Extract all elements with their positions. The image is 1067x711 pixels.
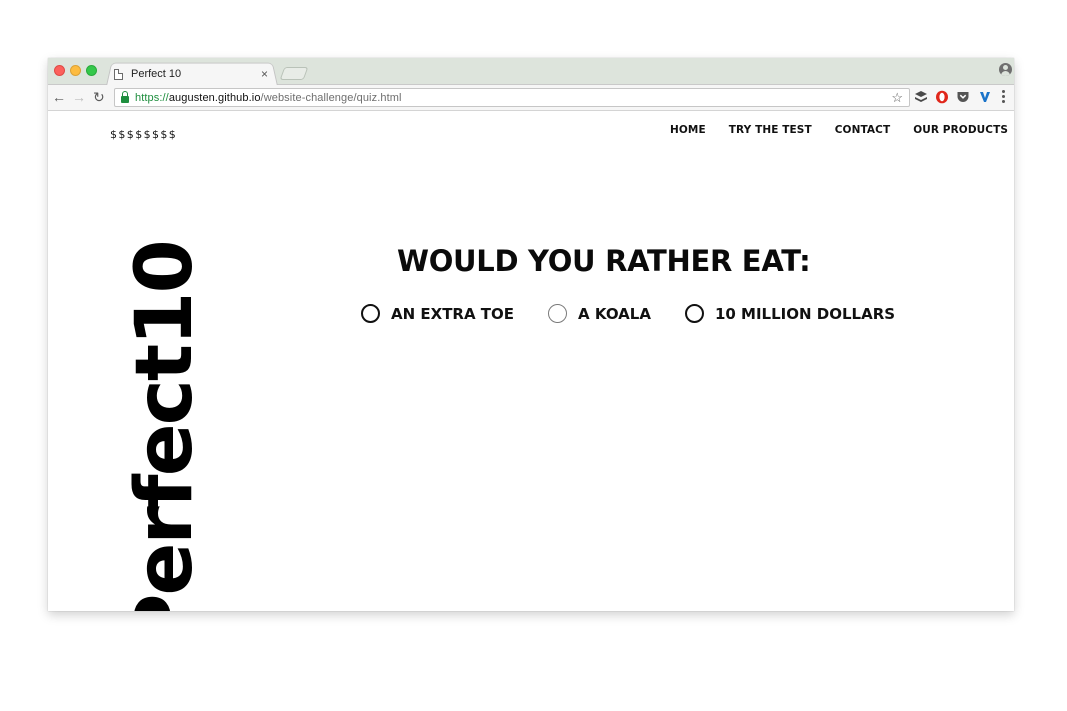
forward-arrow-icon[interactable]: → (72, 89, 86, 105)
tab-active[interactable]: Perfect 10 × (108, 63, 276, 85)
pocket-icon[interactable] (956, 90, 970, 104)
option-million-dollars[interactable]: 10 MILLION DOLLARS (684, 304, 896, 323)
option-label: A KOALA (578, 304, 651, 323)
url-scheme: https:// (135, 91, 169, 104)
browser-toolbar: ← → ↻ https://augusten.github.io/website… (48, 85, 1014, 111)
back-arrow-icon[interactable]: ← (52, 89, 66, 105)
tab-close-icon[interactable]: × (261, 68, 268, 80)
page-icon (114, 68, 123, 80)
nav-home[interactable]: HOME (670, 124, 706, 136)
close-window-button[interactable] (54, 65, 65, 76)
option-label: 10 MILLION DOLLARS (714, 304, 896, 323)
option-koala[interactable]: A KOALA (548, 304, 651, 323)
profile-icon[interactable] (999, 63, 1012, 76)
tab-strip: Perfect 10 × (48, 58, 1014, 86)
tab-title: Perfect 10 (131, 68, 182, 80)
maximize-window-button[interactable] (86, 65, 97, 76)
option-extra-toe[interactable]: AN EXTRA TOE (361, 304, 514, 323)
dark-extension-icon[interactable] (914, 90, 928, 104)
quiz-question: WOULD YOU RATHER EAT: (397, 244, 811, 278)
reload-icon[interactable]: ↻ (93, 89, 105, 105)
menu-icon[interactable] (1002, 89, 1006, 105)
lock-icon (121, 90, 129, 103)
url-path: /website-challenge/quiz.html (260, 91, 402, 104)
site-nav: HOME TRY THE TEST CONTACT OUR PRODUCTS (647, 124, 1008, 136)
nav-try-the-test[interactable]: TRY THE TEST (729, 124, 812, 136)
browser-window: Perfect 10 × ← → ↻ https://augusten.gith… (48, 58, 1014, 611)
radio-button[interactable] (361, 304, 380, 323)
star-icon[interactable]: ☆ (891, 90, 903, 106)
minimize-window-button[interactable] (70, 65, 81, 76)
url-host: augusten.github.io (168, 91, 261, 104)
quiz-options: AN EXTRA TOE A KOALA 10 MILLION DOLLARS (361, 304, 929, 323)
opera-icon[interactable] (935, 90, 949, 104)
site-tagline: $$$$$$$$ (110, 128, 178, 141)
radio-button[interactable] (548, 304, 568, 323)
address-bar[interactable]: https://augusten.github.io/website-chall… (114, 88, 910, 107)
v-extension-icon[interactable] (978, 90, 992, 104)
radio-button[interactable] (684, 304, 704, 323)
new-tab-button[interactable] (279, 67, 309, 80)
nav-our-products[interactable]: OUR PRODUCTS (913, 124, 1008, 136)
url-text[interactable]: https://augusten.github.io/website-chall… (135, 92, 402, 104)
site-logo[interactable]: Perfect10 (120, 241, 210, 611)
nav-contact[interactable]: CONTACT (835, 124, 890, 136)
option-label: AN EXTRA TOE (391, 304, 515, 323)
page-content: $$$$$$$$ HOME TRY THE TEST CONTACT OUR P… (48, 112, 1014, 611)
